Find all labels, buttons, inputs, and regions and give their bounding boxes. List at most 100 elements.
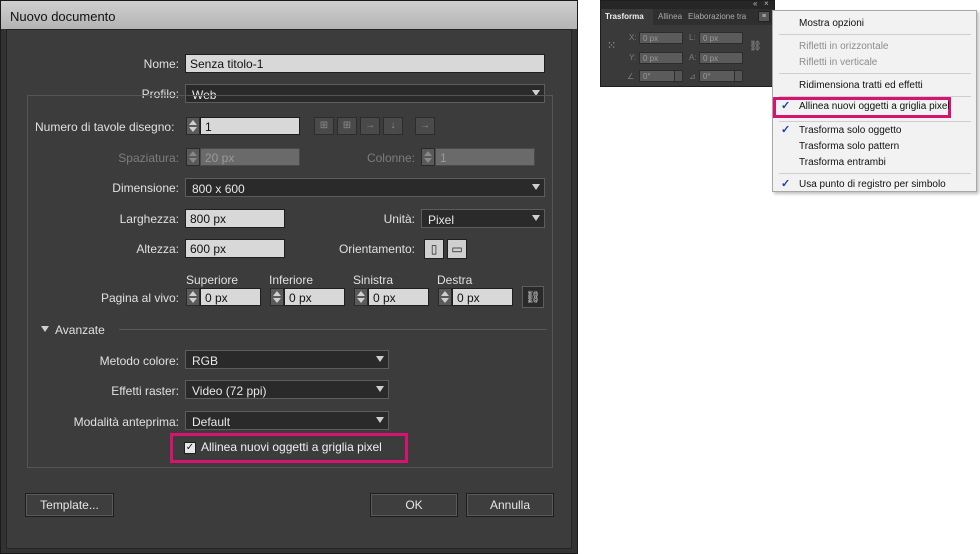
ok-button[interactable]: OK: [370, 493, 458, 517]
spacing-stepper[interactable]: [186, 148, 200, 166]
y-input[interactable]: 0 px: [639, 52, 683, 64]
spacing-input[interactable]: 20 px: [200, 148, 300, 166]
bleed-left-stepper[interactable]: [354, 288, 368, 306]
chevron-down-icon: [376, 417, 384, 423]
menu-item-flip-vertical[interactable]: Rifletti in verticale: [799, 57, 877, 68]
grid-by-column-icon[interactable]: ⊞: [337, 117, 357, 135]
stepper-down-icon[interactable]: [441, 298, 449, 303]
columns-input[interactable]: 1: [435, 148, 535, 166]
size-select[interactable]: 800 x 600: [185, 178, 545, 197]
menu-item-scale-strokes[interactable]: Ridimensiona tratti ed effetti: [799, 80, 923, 91]
menu-item-show-options[interactable]: Mostra opzioni: [799, 18, 864, 29]
preview-mode-label: Modalità anteprima:: [73, 415, 179, 429]
artboards-input[interactable]: 1: [200, 117, 300, 135]
landscape-orientation-icon[interactable]: ▭: [447, 239, 467, 259]
columns-stepper[interactable]: [421, 148, 435, 166]
layout-direction-icon[interactable]: →: [415, 117, 435, 135]
tab-blend[interactable]: Elaborazione tra: [686, 9, 754, 25]
shear-dropdown[interactable]: [734, 70, 743, 82]
menu-item-transform-pattern-only[interactable]: Trasforma solo pattern: [799, 141, 899, 152]
panel-flyout-menu: Mostra opzioni Rifletti in orizzontale R…: [772, 10, 977, 192]
bleed-label: Pagina al vivo:: [100, 291, 179, 305]
shear-icon: ⊿: [689, 72, 696, 81]
dialog-titlebar[interactable]: Nuovo documento: [1, 1, 577, 29]
stepper-up-icon[interactable]: [357, 291, 365, 296]
stepper-up-icon[interactable]: [441, 291, 449, 296]
new-document-dialog: Nuovo documento Nome: Senza titolo-1 Pro…: [0, 0, 578, 554]
link-icon[interactable]: ⛓: [522, 286, 544, 308]
units-select[interactable]: Pixel: [421, 209, 545, 228]
dialog-body: Nome: Senza titolo-1 Profilo: Web Numero…: [6, 29, 572, 549]
stepper-up-icon[interactable]: [189, 151, 197, 156]
raster-effects-label: Effetti raster:: [111, 384, 179, 398]
close-icon[interactable]: ×: [764, 0, 769, 8]
shear-input[interactable]: 0°: [699, 70, 735, 82]
orientation-label: Orientamento:: [338, 242, 415, 256]
menu-item-flip-horizontal[interactable]: Rifletti in orizzontale: [799, 41, 888, 52]
stepper-up-icon[interactable]: [273, 291, 281, 296]
spacing-label: Spaziatura:: [118, 151, 179, 165]
bleed-bottom-input[interactable]: 0 px: [284, 288, 345, 306]
color-mode-select[interactable]: RGB: [185, 350, 389, 369]
stepper-down-icon[interactable]: [189, 298, 197, 303]
stepper-down-icon[interactable]: [189, 158, 197, 163]
name-input[interactable]: Senza titolo-1: [185, 54, 545, 73]
collapse-icon[interactable]: «: [753, 0, 757, 8]
tab-transform[interactable]: Trasforma: [601, 9, 653, 25]
grid-by-row-icon[interactable]: ⊞: [314, 117, 334, 135]
constrain-proportions-icon[interactable]: ⛓: [749, 41, 762, 52]
tab-align-label: Allinea: [658, 12, 683, 21]
bleed-bottom-stepper[interactable]: [270, 288, 284, 306]
height-label: Altezza:: [136, 242, 179, 256]
align-pixel-grid-checkbox[interactable]: ✓: [184, 442, 196, 454]
rotate-dropdown[interactable]: [674, 70, 683, 82]
menu-separator: [779, 73, 971, 74]
tab-align[interactable]: Allinea: [655, 9, 685, 25]
raster-effects-select[interactable]: Video (72 ppi): [185, 380, 389, 399]
bleed-left-input[interactable]: 0 px: [368, 288, 429, 306]
rotate-icon: ∠: [627, 72, 635, 81]
height-input[interactable]: 600 px: [185, 239, 285, 258]
preview-mode-select[interactable]: Default: [185, 411, 389, 430]
stepper-up-icon[interactable]: [424, 151, 432, 156]
align-pixel-grid-label[interactable]: Allinea nuovi oggetti a griglia pixel: [201, 440, 382, 454]
panel-menu-icon[interactable]: ≡: [758, 11, 770, 22]
triangle-down-icon[interactable]: [41, 326, 49, 332]
raster-effects-value: Video (72 ppi): [192, 384, 267, 398]
template-button[interactable]: Template...: [25, 493, 114, 517]
size-value: 800 x 600: [192, 182, 245, 196]
name-label: Nome:: [143, 57, 179, 71]
stepper-up-icon[interactable]: [189, 291, 197, 296]
advanced-label[interactable]: Avanzate: [55, 323, 105, 337]
bleed-top-input[interactable]: 0 px: [200, 288, 261, 306]
bleed-top-label: Superiore: [186, 273, 239, 287]
x-input[interactable]: 0 px: [639, 32, 683, 44]
menu-item-use-symbol-registration[interactable]: Usa punto di registro per simbolo: [799, 179, 946, 190]
stepper-down-icon[interactable]: [357, 298, 365, 303]
bleed-top-stepper[interactable]: [186, 288, 200, 306]
menu-item-align-pixel-grid[interactable]: Allinea nuovi oggetti a griglia pixel: [799, 101, 950, 112]
reference-point-icon[interactable]: ⁙: [607, 39, 621, 53]
arrange-by-row-icon[interactable]: →: [360, 117, 380, 135]
chevron-down-icon: [532, 184, 540, 190]
a-input[interactable]: 0 px: [699, 52, 743, 64]
artboards-stepper[interactable]: [186, 117, 200, 135]
transform-panel: « × Trasforma Allinea Elaborazione tra ≡…: [600, 0, 775, 87]
width-input[interactable]: 800 px: [185, 209, 285, 228]
arrange-by-column-icon[interactable]: ↓: [383, 117, 403, 135]
rotate-input[interactable]: 0°: [639, 70, 675, 82]
menu-item-transform-both[interactable]: Trasforma entrambi: [799, 157, 886, 168]
menu-item-transform-object-only[interactable]: Trasforma solo oggetto: [799, 125, 901, 136]
stepper-down-icon[interactable]: [189, 127, 197, 132]
bleed-right-input[interactable]: 0 px: [452, 288, 513, 306]
stepper-up-icon[interactable]: [189, 120, 197, 125]
stepper-down-icon[interactable]: [273, 298, 281, 303]
panel-titlebar[interactable]: « ×: [601, 0, 774, 9]
units-value: Pixel: [428, 213, 455, 227]
portrait-orientation-icon[interactable]: ▯: [424, 239, 444, 259]
cancel-button[interactable]: Annulla: [466, 493, 554, 517]
artboards-label: Numero di tavole disegno:: [35, 120, 175, 134]
l-input[interactable]: 0 px: [699, 32, 743, 44]
stepper-down-icon[interactable]: [424, 158, 432, 163]
bleed-right-stepper[interactable]: [438, 288, 452, 306]
